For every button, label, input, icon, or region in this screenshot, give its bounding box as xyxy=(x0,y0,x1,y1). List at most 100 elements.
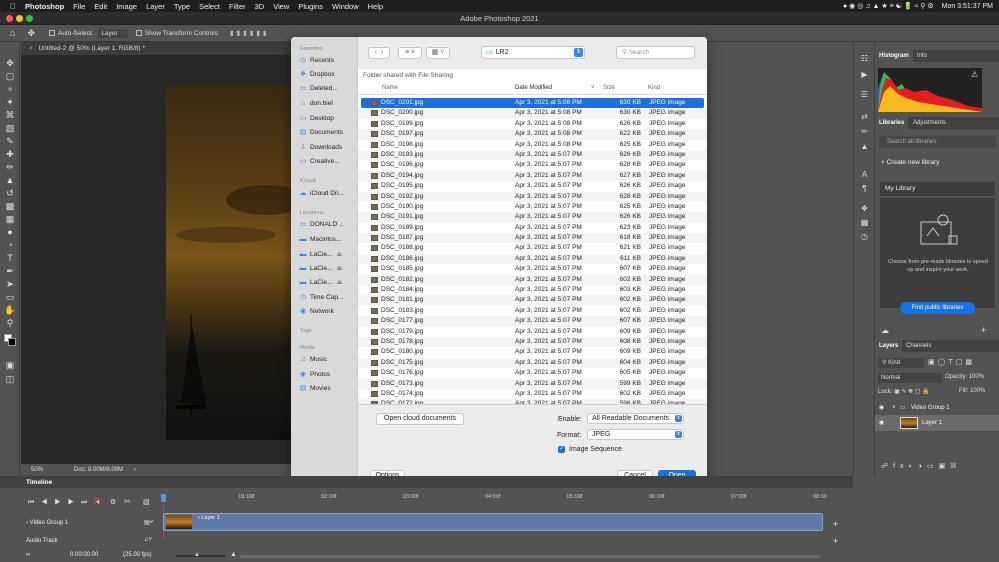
timeline-icon[interactable]: ◷ xyxy=(859,232,870,242)
find-libraries-button[interactable]: Find public libraries xyxy=(900,302,975,314)
format-dropdown[interactable]: JPEG ⇕ xyxy=(587,429,684,440)
file-row[interactable]: DSC_0199.jpg Apr 3, 2021 at 5:08 PM 626 KB… xyxy=(358,119,707,129)
sidebar-item-network[interactable]: ◉ Network xyxy=(299,306,357,318)
type-icon[interactable]: T xyxy=(4,253,16,264)
eye-icon[interactable]: ◉ xyxy=(879,416,884,430)
sidebar-item-location-6[interactable]: ◷ Time Cap... xyxy=(299,292,357,304)
layer-row-group[interactable]: ◉ ˅ ▭ Video Group 1 xyxy=(875,401,999,415)
sidebar-item-deleted[interactable]: ▭ Deleted... xyxy=(299,83,357,95)
menu-3d[interactable]: 3D xyxy=(255,2,265,11)
status-icons[interactable]: ● ◉ ◎ ♫ ▲ ★ ≡ ☯ 🔋 ≈ ⚲ ⚙ xyxy=(843,2,934,10)
paragraph-icon[interactable]: ¶ xyxy=(859,184,870,194)
sidebar-item-dropbox[interactable]: ❖ Dropbox xyxy=(299,69,357,81)
sidebar-item-icloud[interactable]: ☁ iCloud Dri... xyxy=(299,188,357,200)
playhead[interactable] xyxy=(161,494,166,502)
character-icon[interactable]: A xyxy=(859,170,870,180)
auto-select-dropdown[interactable]: Layer xyxy=(98,28,128,38)
sidebar-item-home[interactable]: ⌂ don.biel xyxy=(299,98,357,110)
sidebar-item-location-4[interactable]: ▬ LaCie... ⏏ xyxy=(299,263,357,275)
audio-icon[interactable]: ♫˅ xyxy=(144,537,152,543)
film-icon[interactable]: ▤˅ xyxy=(144,519,153,526)
eject-icon[interactable]: ⏏ xyxy=(336,251,342,258)
file-row[interactable]: DSC_0182.jpg Apr 3, 2021 at 5:07 PM 602 KB… xyxy=(358,274,707,286)
col-name[interactable]: Name xyxy=(382,85,398,91)
file-row[interactable]: DSC_0196.jpg Apr 3, 2021 at 5:07 PM 628 KB… xyxy=(358,160,707,170)
loop-icon[interactable]: ∞ xyxy=(26,552,30,558)
color-swatches[interactable] xyxy=(4,334,16,346)
clock[interactable]: Mon 3:51:37 PM xyxy=(942,3,993,10)
sidebar-item-movies[interactable]: ▤ Movies xyxy=(299,383,357,395)
apple-icon[interactable]:  xyxy=(10,2,16,11)
menu-view[interactable]: View xyxy=(273,2,289,11)
menu-layer[interactable]: Layer xyxy=(146,2,165,11)
file-row[interactable]: DSC_0174.jpg Apr 3, 2021 at 5:07 PM 602 KB… xyxy=(358,389,707,399)
hand-icon[interactable]: ✋ xyxy=(4,305,16,316)
file-row[interactable]: DSC_0183.jpg Apr 3, 2021 at 5:07 PM 602 KB… xyxy=(358,306,707,316)
file-row[interactable]: DSC_0175.jpg Apr 3, 2021 at 5:07 PM 604 KB… xyxy=(358,357,707,369)
tab-info[interactable]: Info xyxy=(913,50,931,62)
lock-controls[interactable]: Lock: ▣ ✎ ✥ ▢ 🔒 xyxy=(878,388,930,395)
dodge-icon[interactable]: ◔ xyxy=(4,240,16,251)
zoom-icon[interactable]: ⚲ xyxy=(4,318,16,329)
lasso-icon[interactable]: ⚬ xyxy=(4,84,16,95)
fill-value[interactable]: 100% xyxy=(970,388,985,394)
file-row[interactable]: DSC_0194.jpg Apr 3, 2021 at 5:07 PM 627 KB… xyxy=(358,170,707,182)
file-row[interactable]: DSC_0189.jpg Apr 3, 2021 at 5:07 PM 623 KB… xyxy=(358,223,707,233)
screen-mode-icon[interactable]: ◫ xyxy=(4,374,16,385)
history-icon[interactable]: ☷ xyxy=(859,54,870,64)
align-icons[interactable]: ▮▮▮▮▮▮ xyxy=(230,29,269,37)
3d-icon[interactable]: ❖ xyxy=(859,204,870,214)
file-row[interactable]: DSC_0191.jpg Apr 3, 2021 at 5:07 PM 626 KB… xyxy=(358,212,707,223)
shape-icon[interactable]: ▭ xyxy=(4,292,16,303)
glyphs-icon[interactable]: ▦ xyxy=(859,218,870,228)
quick-mask-icon[interactable]: ▣ xyxy=(4,360,16,371)
file-row[interactable]: DSC_0197.jpg Apr 3, 2021 at 5:08 PM 622 KB… xyxy=(358,129,707,140)
layer-filter-dropdown[interactable]: ⚲ Kind xyxy=(878,358,924,368)
add-audio-icon[interactable]: + xyxy=(833,536,838,546)
add-icon[interactable]: + xyxy=(981,325,986,335)
tab-libraries[interactable]: Libraries xyxy=(875,117,909,129)
opacity-value[interactable]: 100% xyxy=(969,374,984,380)
timecode[interactable]: 0:00:00:00 xyxy=(70,552,98,558)
enable-dropdown[interactable]: All Readable Documents ⇕ xyxy=(587,413,684,424)
layer-filter-icons[interactable]: ▣◯T▢▦ xyxy=(928,358,975,366)
menu-filter[interactable]: Filter xyxy=(229,2,246,11)
tab-layers[interactable]: Layers xyxy=(875,340,903,352)
library-search[interactable]: Search all libraries xyxy=(879,136,996,148)
brush-icon[interactable]: ✏ xyxy=(4,162,16,173)
eye-icon[interactable]: ◉ xyxy=(879,401,884,415)
home-icon[interactable]: ⌂ xyxy=(10,28,15,38)
zoom-slider-handle[interactable]: ▲ xyxy=(194,552,200,558)
file-row[interactable]: DSC_0190.jpg Apr 3, 2021 at 5:07 PM 625 KB… xyxy=(358,202,707,212)
fill-control[interactable]: Fill: 100% xyxy=(959,388,985,394)
healing-icon[interactable]: ✚ xyxy=(4,149,16,160)
video-track[interactable]: › Layer 1 xyxy=(163,513,823,531)
timeline-ruler[interactable]: 01:00f 02:00f 03:00f 04:00f 05:00f 06:00… xyxy=(163,494,827,502)
move-icon[interactable]: ✥ xyxy=(4,58,16,69)
blend-mode-dropdown[interactable]: Normal xyxy=(878,373,942,383)
tab-adjustments[interactable]: Adjustments xyxy=(909,117,950,129)
close-tab-icon[interactable]: × xyxy=(29,45,33,52)
menu-file[interactable]: File xyxy=(73,2,85,11)
playback-controls[interactable]: ⏮◀▶▶⏭🔇⚙ xyxy=(28,498,123,507)
file-row[interactable]: DSC_0184.jpg Apr 3, 2021 at 5:07 PM 603 KB… xyxy=(358,285,707,295)
layer-footer-icons[interactable]: ☍fx◐◑▭▣☒ xyxy=(881,462,962,470)
file-row[interactable]: DSC_0185.jpg Apr 3, 2021 at 5:07 PM 607 KB… xyxy=(358,264,707,274)
sidebar-item-desktop[interactable]: ▭ Desktop xyxy=(299,113,357,125)
stamp-icon[interactable]: ▲ xyxy=(4,175,16,186)
doc-size[interactable]: Doc: 8.00M/8.00M xyxy=(74,464,123,476)
col-size[interactable]: Size xyxy=(603,85,615,91)
file-row[interactable]: DSC_0200.jpg Apr 3, 2021 at 5:08 PM 630 KB… xyxy=(358,108,707,119)
zoom-level[interactable]: 50% xyxy=(31,464,43,476)
properties-icon[interactable]: ☰ xyxy=(859,90,870,100)
auto-select-checkbox[interactable] xyxy=(48,30,55,36)
zoom-in-icon[interactable]: ▲ xyxy=(230,551,237,558)
split-icon[interactable]: ✂ xyxy=(124,497,131,506)
transition-icon[interactable]: ▧ xyxy=(143,498,150,506)
opacity-control[interactable]: Opacity: 100% xyxy=(945,374,984,380)
menu-plugins[interactable]: Plugins xyxy=(298,2,323,11)
canvas-image[interactable] xyxy=(166,85,306,440)
brush-settings-icon[interactable]: ✏ xyxy=(859,127,870,137)
marquee-icon[interactable]: ▢ xyxy=(4,71,16,82)
menu-edit[interactable]: Edit xyxy=(94,2,107,11)
